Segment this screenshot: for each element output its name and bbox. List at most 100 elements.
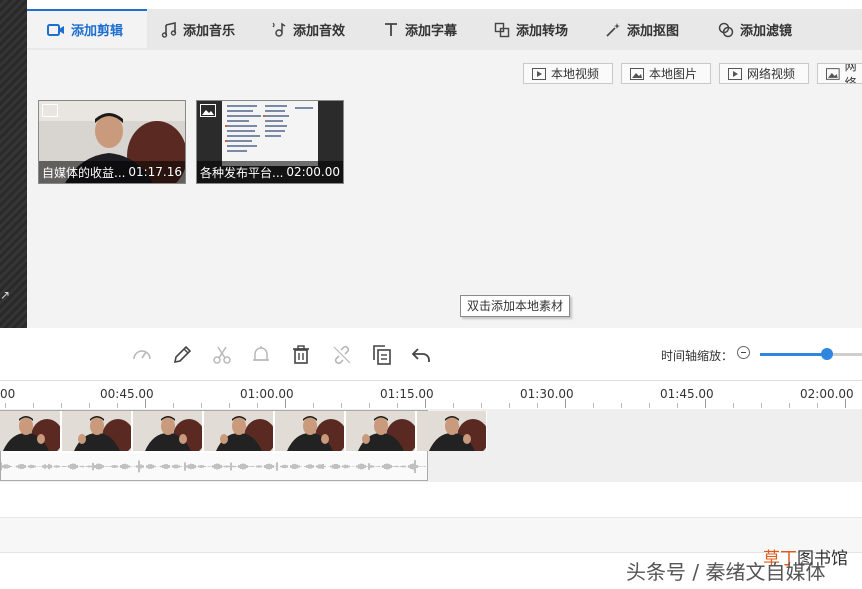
- image-box-icon: [826, 67, 840, 80]
- scissors-icon[interactable]: [211, 344, 233, 366]
- media-clip-video[interactable]: 自媒体的收益... 01:17.16: [38, 100, 186, 184]
- clip-frame-thumbnail: [62, 411, 132, 451]
- tab-add-transition[interactable]: 添加转场: [494, 9, 568, 50]
- tab-label: 添加音乐: [183, 24, 236, 39]
- bell-icon[interactable]: [250, 344, 272, 366]
- clip-label: 自媒体的收益... 01:17.16: [39, 161, 185, 183]
- play-box-icon: [532, 67, 546, 80]
- tooltip: 双击添加本地素材: [460, 295, 571, 317]
- zoom-label: 时间轴缩放：: [661, 349, 734, 363]
- tab-label: 添加抠图: [627, 24, 680, 39]
- timeline-video-clip[interactable]: [0, 410, 487, 481]
- ruler-tick: [397, 403, 398, 408]
- watermark-text: 头条号 / 秦绪文自媒体: [626, 560, 826, 584]
- tab-add-filter[interactable]: 添加滤镜: [718, 9, 792, 50]
- unlink-icon[interactable]: [331, 344, 353, 366]
- ruler-tick: [789, 403, 790, 408]
- ruler-tick: [481, 403, 482, 408]
- ruler-tick: [313, 403, 314, 408]
- ruler-tick: [341, 403, 342, 408]
- tab-add-cutout[interactable]: 添加抠图: [605, 9, 679, 50]
- ruler-tick: [677, 403, 678, 408]
- video-camera-icon: [47, 23, 64, 36]
- copy-icon[interactable]: [371, 344, 393, 366]
- clip-title: 自媒体的收益...: [42, 165, 126, 180]
- ruler-tick: [845, 399, 846, 408]
- left-panel-strip: ↗: [0, 0, 27, 328]
- online-image-button[interactable]: 网络: [817, 63, 862, 84]
- sound-effect-icon: [272, 22, 286, 37]
- ruler-tick: [509, 403, 510, 408]
- tab-add-clip[interactable]: 添加剪辑: [27, 9, 147, 48]
- button-label: 本地图片: [649, 67, 698, 81]
- subtitle-track-lane[interactable]: [0, 518, 862, 553]
- ruler-tick: [705, 399, 706, 408]
- local-video-button[interactable]: 本地视频: [523, 63, 613, 84]
- zoom-slider-fill: [760, 353, 827, 356]
- timeline-ruler[interactable]: 00 00:45.00 01:00.00 01:15.00 01:30.00 0…: [0, 381, 862, 409]
- clip-frame-thumbnail: [0, 411, 61, 451]
- clip-frame-thumbnail: [275, 411, 345, 451]
- image-icon: [200, 104, 216, 117]
- ruler-tick: [229, 403, 230, 408]
- ruler-tick: [537, 403, 538, 408]
- ruler-tick: [733, 403, 734, 408]
- ruler-tick: [201, 403, 202, 408]
- ruler-tick: [89, 403, 90, 408]
- ruler-tick: [285, 399, 286, 408]
- clip-frame-thumbnail: [346, 411, 416, 451]
- zoom-out-icon[interactable]: [737, 346, 750, 359]
- ruler-tick: [621, 403, 622, 408]
- tab-add-music[interactable]: 添加音乐: [161, 9, 235, 50]
- magic-wand-icon: [606, 22, 620, 37]
- ruler-tick: [425, 399, 426, 408]
- clip-frame-thumbnail: [417, 411, 487, 451]
- video-icon: [42, 104, 58, 117]
- waveform-path: [1, 459, 426, 474]
- media-library-panel[interactable]: [27, 50, 862, 328]
- button-label: 网络视频: [747, 67, 796, 81]
- clip-label: 各种发布平台... 02:00.00: [197, 161, 343, 183]
- tab-add-sound-effect[interactable]: 添加音效: [271, 9, 345, 50]
- play-box-icon: [728, 67, 742, 80]
- speed-icon[interactable]: [131, 344, 153, 366]
- media-clip-image[interactable]: 各种发布平台... 02:00.00: [196, 100, 344, 184]
- tab-add-subtitle[interactable]: 添加字幕: [383, 9, 457, 50]
- ruler-tick: [145, 399, 146, 408]
- ruler-tick: [649, 403, 650, 408]
- ruler-tick: [817, 403, 818, 408]
- music-note-icon: [161, 21, 177, 38]
- audio-track-lane[interactable]: [0, 482, 862, 518]
- expand-arrow-icon[interactable]: ↗: [0, 288, 10, 302]
- tab-label: 添加滤镜: [740, 24, 793, 39]
- clip-duration: 01:17.16: [128, 165, 182, 179]
- ruler-label: 00: [0, 387, 16, 401]
- ruler-tick: [593, 403, 594, 408]
- tab-label: 添加转场: [516, 24, 569, 39]
- zoom-slider-handle[interactable]: [821, 348, 833, 360]
- filter-icon: [718, 22, 734, 37]
- ruler-tick: [117, 403, 118, 408]
- ruler-tick: [61, 403, 62, 408]
- clip-title: 各种发布平台...: [200, 165, 284, 180]
- ruler-tick: [453, 403, 454, 408]
- button-label: 本地视频: [551, 67, 600, 81]
- undo-icon[interactable]: [410, 344, 432, 366]
- tab-label: 添加剪辑: [71, 24, 124, 39]
- pencil-icon[interactable]: [171, 344, 193, 366]
- tab-label: 添加音效: [293, 24, 346, 39]
- ruler-tick: [761, 403, 762, 408]
- clip-frame-thumbnail: [133, 411, 203, 451]
- ruler-tick: [369, 403, 370, 408]
- ruler-tick: [173, 403, 174, 408]
- ruler-tick: [33, 403, 34, 408]
- online-video-button[interactable]: 网络视频: [719, 63, 809, 84]
- image-box-icon: [630, 67, 644, 80]
- local-image-button[interactable]: 本地图片: [621, 63, 711, 84]
- tab-label: 添加字幕: [405, 24, 458, 39]
- ruler-tick: [565, 399, 566, 408]
- clip-frame-thumbnail: [204, 411, 274, 451]
- ruler-tick: [5, 403, 6, 408]
- trash-icon[interactable]: [290, 344, 312, 366]
- audio-waveform: [1, 453, 427, 480]
